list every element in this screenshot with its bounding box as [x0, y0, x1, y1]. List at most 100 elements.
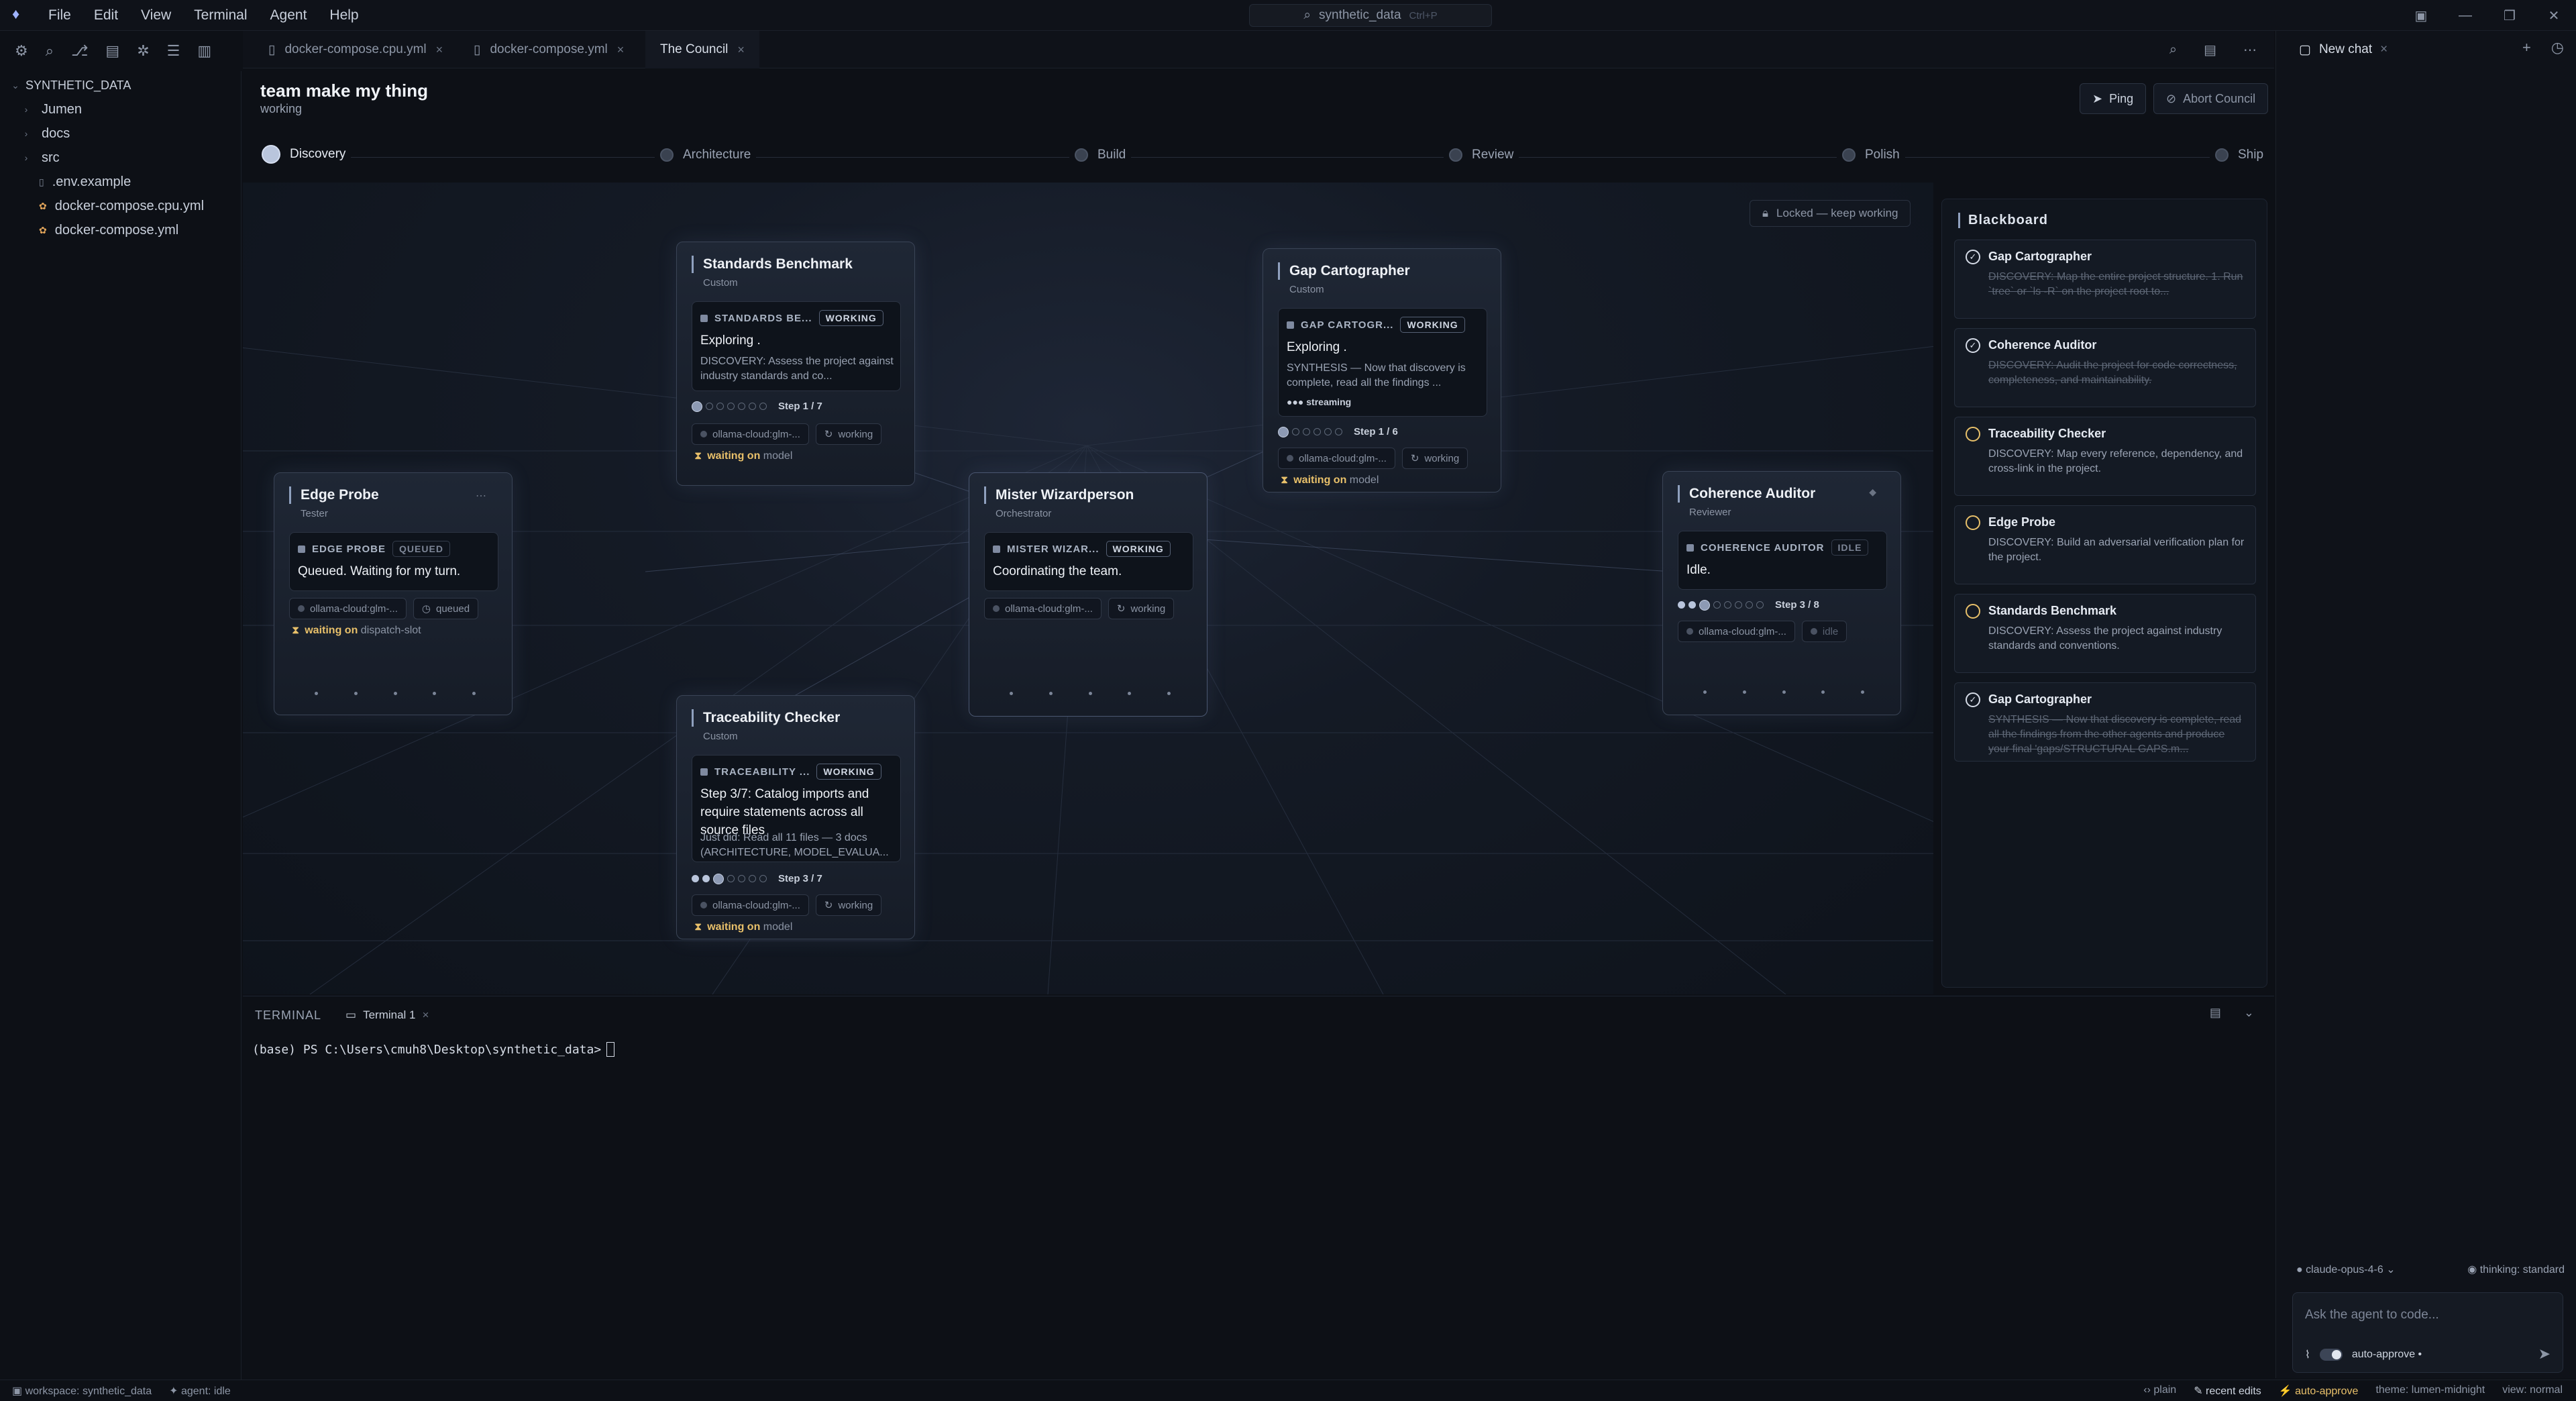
- agent-tag-row: MISTER WIZAR... WORKING: [993, 541, 1171, 557]
- tree-folder-jumen[interactable]: › Jumen: [20, 98, 82, 121]
- tree-item-label: docker-compose.yml: [54, 222, 179, 238]
- menu-help[interactable]: Help: [329, 7, 358, 23]
- blackboard-item[interactable]: Standards Benchmark DISCOVERY: Assess th…: [1954, 594, 2256, 673]
- phase-dot: [262, 145, 280, 164]
- menu-file[interactable]: File: [48, 7, 71, 23]
- panel-icon[interactable]: ▥: [197, 42, 211, 60]
- model-pill[interactable]: ollama-cloud:glm-...: [1678, 621, 1795, 642]
- close-tab-icon[interactable]: ×: [617, 43, 625, 57]
- phase-ship[interactable]: Ship: [2210, 148, 2269, 162]
- agent-card-coherence-auditor[interactable]: Coherence Auditor Reviewer ◆ COHERENCE A…: [1662, 471, 1901, 715]
- split-editor-icon[interactable]: ▤: [2204, 42, 2216, 58]
- close-window-icon[interactable]: ✕: [2532, 7, 2576, 24]
- split-terminal-icon[interactable]: ▤: [2210, 1006, 2221, 1020]
- terminal-label[interactable]: TERMINAL: [255, 1008, 321, 1023]
- workspace-status[interactable]: ▣ workspace: synthetic_data: [12, 1384, 152, 1398]
- theme-status[interactable]: theme: lumen-midnight: [2375, 1384, 2485, 1398]
- phase-architecture[interactable]: Architecture: [655, 148, 757, 162]
- blackboard-item[interactable]: ✓ Gap Cartographer SYNTHESIS — Now that …: [1954, 682, 2256, 762]
- close-tab-icon[interactable]: ×: [2380, 42, 2387, 57]
- agent-card-edge-probe[interactable]: Edge Probe Tester ⋯ EDGE PROBE QUEUED Que…: [274, 472, 513, 715]
- blackboard-item[interactable]: Edge Probe DISCOVERY: Build an adversari…: [1954, 505, 2256, 584]
- explorer-root[interactable]: ⌄ SYNTHETIC_DATA: [9, 74, 131, 97]
- new-chat-plus-icon[interactable]: +: [2522, 39, 2531, 56]
- abort-council-button[interactable]: ⊘ Abort Council: [2153, 83, 2269, 114]
- more-icon[interactable]: ⋯: [2243, 42, 2257, 58]
- chat-tab[interactable]: ▢ New chat ×: [2276, 31, 2387, 68]
- mode-status[interactable]: ‹› plain: [2143, 1384, 2176, 1398]
- more-icon[interactable]: ⋯: [476, 489, 486, 503]
- recent-edits-status[interactable]: ✎ recent edits: [2194, 1384, 2261, 1398]
- auto-approve-toggle[interactable]: [2319, 1349, 2343, 1361]
- agent-card-standards-benchmark[interactable]: Standards Benchmark Custom STANDARDS BE.…: [676, 242, 915, 486]
- status-badge: WORKING: [1106, 541, 1171, 557]
- terminal-prompt-line[interactable]: (base) PS C:\Users\cmuh8\Desktop\synthet…: [252, 1042, 615, 1057]
- minimize-icon[interactable]: —: [2443, 8, 2487, 23]
- terminal-tab[interactable]: ▭ Terminal 1 ×: [345, 1008, 429, 1022]
- agent-activity: Exploring .: [700, 333, 761, 348]
- attach-icon[interactable]: ⌇: [2305, 1348, 2310, 1361]
- agent-status[interactable]: ✦ agent: idle: [169, 1384, 231, 1398]
- menu-edit[interactable]: Edit: [94, 7, 118, 23]
- model-pill[interactable]: ollama-cloud:glm-...: [692, 423, 809, 445]
- terminal-panel: TERMINAL ▭ Terminal 1 × ▤ ⌄ (base) PS C:…: [243, 996, 2274, 1378]
- agent-card-mister-wizardperson[interactable]: Mister Wizardperson Orchestrator MISTER …: [969, 472, 1208, 717]
- window-controls: ▣ — ❐ ✕: [2399, 0, 2576, 31]
- history-icon[interactable]: ◷: [2551, 39, 2564, 56]
- lock-status-pill[interactable]: 🔒︎ Locked — keep working: [1750, 200, 1911, 227]
- model-selector[interactable]: ● claude-opus-4-6 ⌄: [2296, 1263, 2396, 1276]
- menu-view[interactable]: View: [141, 7, 171, 23]
- settings-gear-icon[interactable]: ⚙: [15, 42, 28, 60]
- layout-toggle-icon[interactable]: ▣: [2399, 7, 2443, 24]
- agent-card-gap-cartographer[interactable]: Gap Cartographer Custom GAP CARTOGR... WO…: [1263, 248, 1501, 492]
- tree-file-env-example[interactable]: ▯ .env.example: [39, 170, 131, 193]
- command-search[interactable]: ⌕ synthetic_data Ctrl+P: [1249, 4, 1492, 27]
- blackboard-item[interactable]: ✓ Gap Cartographer DISCOVERY: Map the en…: [1954, 240, 2256, 319]
- pin-icon[interactable]: ◆: [1869, 486, 1876, 498]
- close-tab-icon[interactable]: ×: [737, 43, 745, 57]
- ping-button[interactable]: ➤ Ping: [2080, 83, 2147, 114]
- database-icon[interactable]: ☰: [167, 42, 180, 60]
- model-pill[interactable]: ollama-cloud:glm-...: [1278, 448, 1395, 469]
- search-icon[interactable]: ⌕: [2169, 42, 2177, 58]
- auto-approve-status[interactable]: ⚡ auto-approve: [2279, 1384, 2359, 1398]
- phase-build[interactable]: Build: [1069, 148, 1132, 162]
- model-pill[interactable]: ollama-cloud:glm-...: [984, 598, 1102, 619]
- image-icon[interactable]: ▤: [105, 42, 119, 60]
- search-icon[interactable]: ⌕: [46, 42, 54, 60]
- model-pill[interactable]: ollama-cloud:glm-...: [289, 598, 407, 619]
- phase-discovery[interactable]: Discovery: [256, 145, 352, 164]
- view-status[interactable]: view: normal: [2502, 1384, 2563, 1398]
- send-icon[interactable]: ➤: [2538, 1345, 2551, 1363]
- chevron-down-icon[interactable]: ⌄: [2244, 1006, 2254, 1020]
- source-control-icon[interactable]: ⎇: [71, 42, 88, 60]
- phase-polish[interactable]: Polish: [1837, 148, 1905, 162]
- agent-card-traceability-checker[interactable]: Traceability Checker Custom TRACEABILITY…: [676, 695, 915, 939]
- blackboard-item[interactable]: Traceability Checker DISCOVERY: Map ever…: [1954, 417, 2256, 496]
- search-icon: ⌕: [1303, 8, 1311, 22]
- close-tab-icon[interactable]: ×: [423, 1008, 429, 1022]
- agent-status-panel: TRACEABILITY ... WORKING Step 3/7: Catalo…: [692, 755, 901, 862]
- blackboard-item[interactable]: ✓ Coherence Auditor DISCOVERY: Audit the…: [1954, 328, 2256, 407]
- tree-file-docker-compose-cpu[interactable]: ✿ docker-compose.cpu.yml: [39, 195, 204, 217]
- extensions-icon[interactable]: ✲: [137, 42, 149, 60]
- tree-folder-docs[interactable]: › docs: [20, 122, 70, 145]
- tab-docker-compose[interactable]: ▯ docker-compose.yml ×: [459, 31, 639, 68]
- close-tab-icon[interactable]: ×: [436, 43, 443, 57]
- chat-actions: + ◷: [2522, 39, 2564, 56]
- phase-review[interactable]: Review: [1444, 148, 1519, 162]
- state-pill: idle: [1801, 621, 1847, 642]
- chevron-right-icon: ›: [24, 152, 28, 163]
- tree-file-docker-compose[interactable]: ✿ docker-compose.yml: [39, 219, 178, 242]
- tab-the-council[interactable]: The Council ×: [645, 31, 759, 68]
- thinking-selector[interactable]: ◉ thinking: standard: [2467, 1263, 2565, 1276]
- chat-input[interactable]: Ask the agent to code... ⌇ auto-approve …: [2292, 1292, 2563, 1373]
- model-pill[interactable]: ollama-cloud:glm-...: [692, 894, 809, 916]
- tree-folder-src[interactable]: › src: [20, 146, 60, 169]
- recent-edits-label: recent edits: [2206, 1386, 2261, 1397]
- restore-icon[interactable]: ❐: [2487, 7, 2532, 24]
- menu-terminal[interactable]: Terminal: [194, 7, 247, 23]
- menu-agent[interactable]: Agent: [270, 7, 307, 23]
- status-badge: QUEUED: [392, 541, 450, 557]
- tab-docker-compose-cpu[interactable]: ▯ docker-compose.cpu.yml ×: [254, 31, 458, 68]
